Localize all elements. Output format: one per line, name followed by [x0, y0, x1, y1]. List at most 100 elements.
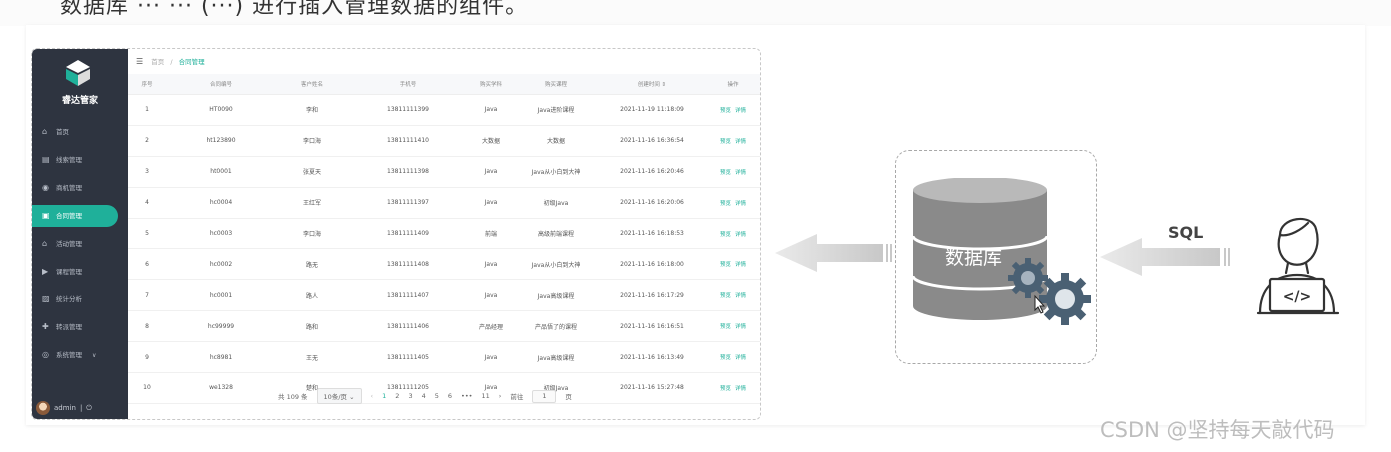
table-cell: 大数据 — [514, 125, 598, 157]
preview-link[interactable]: 预览 — [720, 139, 731, 145]
table-cell: ht0001 — [166, 156, 276, 188]
table-cell: hc8981 — [166, 341, 276, 374]
page-number[interactable]: 3 — [408, 392, 412, 400]
preview-link[interactable]: 预览 — [720, 262, 731, 268]
table-cell: 5 — [128, 218, 166, 250]
preview-link[interactable]: 预览 — [720, 324, 731, 330]
table-cell: 13811111397 — [348, 187, 468, 219]
table-header: 序号 合同编号 客户姓名 手机号 购买学科 购买课程 创建时间 ⇕ 操作 — [128, 74, 760, 95]
developer-icon: </> — [1256, 217, 1340, 315]
table-cell: 3 — [128, 156, 166, 188]
logo-icon — [66, 60, 90, 86]
sidebar-item-label: 合同管理 — [56, 211, 82, 220]
watermark: CSDN @坚持每天敲代码 — [1100, 418, 1335, 442]
table-row: 7 hc0001 路人 13811111407 Java Java高级课程 2021-11-… — [128, 279, 760, 312]
sidebar-item-3[interactable]: ▣ 合同管理 — [32, 204, 118, 227]
page-number[interactable]: 2 — [395, 392, 399, 400]
home-icon: ⌂ — [42, 127, 48, 136]
table-row: 2 ht123890 李口海 13811111410 大数据 大数据 2021-11-16 … — [128, 125, 760, 157]
table-cell: Java — [468, 341, 514, 374]
sidebar-item-5[interactable]: ▶ 课程管理 — [32, 261, 118, 283]
table-cell: 10 — [128, 372, 166, 404]
column-header: 客户姓名 — [276, 74, 348, 95]
column-header: 购买课程 — [514, 74, 598, 95]
detail-link[interactable]: 详情 — [735, 108, 746, 114]
table-row: 9 hc8981 王无 13811111405 Java Java高级课程 2021-11-… — [128, 341, 760, 374]
row-actions: 预览 详情 — [706, 310, 760, 343]
contract-table: 序号 合同编号 客户姓名 手机号 购买学科 购买课程 创建时间 ⇕ 操作 1 HT0090 李和 1… — [128, 74, 760, 404]
sidebar-item-0[interactable]: ⌂ 首页 — [32, 121, 118, 143]
row-actions: 预览 详情 — [706, 94, 760, 126]
page-size-select[interactable]: 10条/页 ⌄ — [316, 388, 362, 404]
page-number[interactable]: 4 — [422, 392, 426, 400]
table-cell: 2021-11-19 11:18:09 — [598, 94, 706, 126]
goto-page-input[interactable]: 1 — [532, 389, 557, 403]
breadcrumb-home[interactable]: 首页 — [151, 58, 164, 66]
table-cell: ht123890 — [166, 125, 276, 157]
sidebar-item-2[interactable]: ◉ 商机管理 — [32, 177, 118, 199]
sidebar-item-label: 活动管理 — [56, 239, 82, 248]
user-bar: admin | ⏻ — [36, 401, 92, 415]
logout-icon[interactable]: ⏻ — [86, 404, 92, 413]
prev-page-button[interactable]: ‹ — [371, 392, 374, 400]
stats-icon: ▨ — [42, 294, 50, 304]
sidebar: 睿达管家 ⌂ 首页 ▤ 线索管理 ◉ 商机管理 ▣ 合同管理 ⌂ 活动管理 ▶ 课程管理 ▨ 统计分析 ✚ 转… — [32, 49, 128, 419]
detail-link[interactable]: 详情 — [735, 386, 746, 392]
preview-link[interactable]: 预览 — [720, 386, 731, 392]
transfer-icon: ✚ — [42, 322, 49, 332]
table-cell: 张夏天 — [276, 156, 348, 188]
detail-link[interactable]: 详情 — [735, 201, 746, 207]
table-cell: 8 — [128, 310, 166, 343]
detail-link[interactable]: 详情 — [735, 170, 746, 176]
avatar[interactable] — [36, 401, 50, 415]
page-number[interactable]: ••• — [461, 392, 473, 400]
detail-link[interactable]: 详情 — [735, 262, 746, 268]
sidebar-item-8[interactable]: ◎ 系统管理 ∨ — [32, 344, 118, 366]
page-numbers: 1 2 3 4 5 6 ••• 11 — [382, 392, 490, 400]
menu-toggle-icon[interactable]: ☰ — [136, 57, 143, 66]
page-number[interactable]: 5 — [435, 392, 439, 400]
table-cell: 13811111409 — [348, 218, 468, 250]
detail-link[interactable]: 详情 — [735, 355, 746, 361]
preview-link[interactable]: 预览 — [720, 232, 731, 238]
table-cell: 2 — [128, 125, 166, 157]
column-header[interactable]: 创建时间 ⇕ — [598, 74, 706, 95]
left-arrow-icon — [775, 234, 892, 272]
table-row: 8 hc99999 路和 13811111406 产品经理 产品悟了的课程 2021-11-… — [128, 310, 760, 343]
detail-link[interactable]: 详情 — [735, 139, 746, 145]
preview-link[interactable]: 预览 — [720, 108, 731, 114]
sql-label: SQL — [1168, 223, 1204, 242]
activity-icon: ⌂ — [42, 238, 48, 248]
sidebar-item-6[interactable]: ▨ 统计分析 — [32, 288, 118, 310]
detail-link[interactable]: 详情 — [735, 232, 746, 238]
table-cell: 2021-11-16 16:20:46 — [598, 156, 706, 188]
preview-link[interactable]: 预览 — [720, 355, 731, 361]
row-actions: 预览 详情 — [706, 341, 760, 374]
table-cell: hc0002 — [166, 248, 276, 281]
page-number[interactable]: 6 — [448, 392, 452, 400]
next-page-button[interactable]: › — [499, 392, 502, 400]
gear-small-icon — [1008, 258, 1048, 298]
table-cell: Java — [468, 156, 514, 188]
sidebar-item-4[interactable]: ⌂ 活动管理 — [32, 233, 118, 255]
table-cell: 李和 — [276, 94, 348, 126]
page-number[interactable]: 11 — [482, 392, 490, 400]
preview-link[interactable]: 预览 — [720, 293, 731, 299]
code-icon-text: </> — [1283, 289, 1312, 305]
database-label: 数据库 — [945, 247, 1003, 269]
column-header: 操作 — [706, 74, 760, 95]
detail-link[interactable]: 详情 — [735, 293, 746, 299]
sidebar-item-7[interactable]: ✚ 转派管理 — [32, 316, 118, 338]
table-cell: 13811111407 — [348, 279, 468, 312]
gear-large-icon — [1039, 273, 1091, 325]
table-cell: we1328 — [166, 372, 276, 404]
row-actions: 预览 详情 — [706, 156, 760, 188]
sidebar-item-1[interactable]: ▤ 线索管理 — [32, 149, 118, 171]
page-number[interactable]: 1 — [382, 392, 386, 400]
detail-link[interactable]: 详情 — [735, 324, 746, 330]
username[interactable]: admin — [54, 404, 76, 412]
preview-link[interactable]: 预览 — [720, 201, 731, 207]
preview-link[interactable]: 预览 — [720, 170, 731, 176]
sidebar-item-label: 统计分析 — [56, 295, 82, 304]
table-cell: 前端 — [468, 218, 514, 250]
